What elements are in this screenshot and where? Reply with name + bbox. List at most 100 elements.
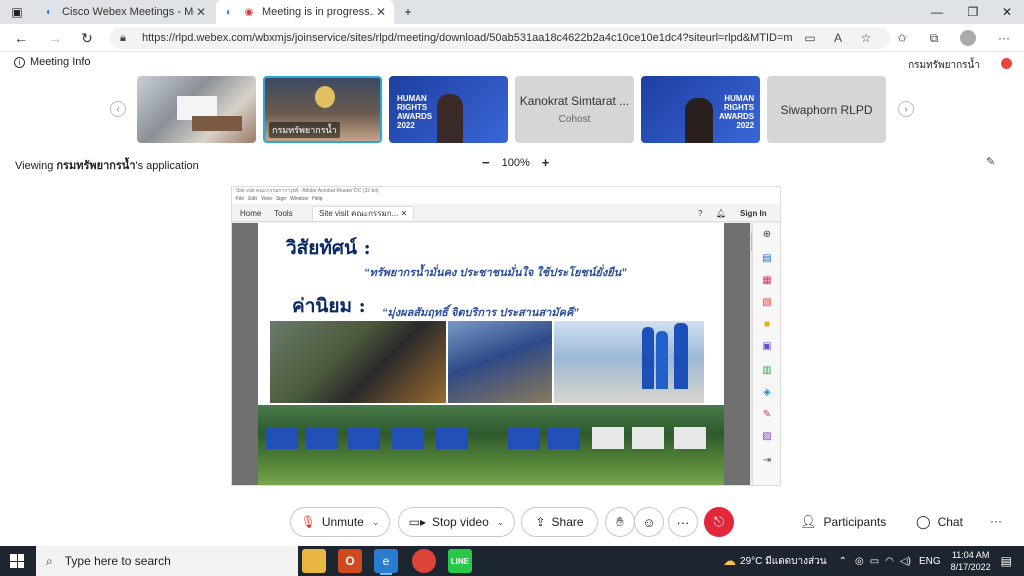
wifi-icon[interactable]: ◠ xyxy=(885,556,894,567)
recording-indicator-icon[interactable] xyxy=(1001,58,1012,69)
edit-pdf-icon[interactable]: ▥ xyxy=(761,365,773,376)
camera-icon[interactable]: ▭ xyxy=(800,28,820,48)
profile-avatar[interactable] xyxy=(958,28,978,48)
scan-ocr-icon[interactable]: ◈ xyxy=(761,387,773,398)
chat-button[interactable]: ◯ Chat xyxy=(916,514,963,530)
refresh-icon[interactable]: ↻ xyxy=(76,28,98,48)
pdf-document-area[interactable]: วิสัยทัศน์ : “ทรัพยากรน้ำมั่นคง ประชาชนม… xyxy=(232,223,758,485)
weather-icon[interactable]: ☁ xyxy=(723,553,736,569)
stop-video-button[interactable]: ▭▸ Stop video ⌄ xyxy=(398,507,515,537)
comment-icon[interactable]: ■ xyxy=(761,319,773,330)
participant-tile-kanokrat[interactable]: Kanokrat Simtarat ... Cohost xyxy=(515,76,634,143)
favorite-icon[interactable]: ☆ xyxy=(856,28,876,48)
participant-video-3[interactable]: HUMAN RIGHTS AWARDS 2022 xyxy=(389,76,508,143)
tab-webex-meetings[interactable]: ◐ Cisco Webex Meetings - Meeting ✕ xyxy=(36,0,214,24)
raise-hand-icon[interactable]: ✋︎ xyxy=(605,507,635,537)
chevron-down-icon[interactable]: ⌄ xyxy=(497,517,505,528)
share-button[interactable]: ⇪ Share xyxy=(521,507,598,537)
maximize-icon[interactable]: ❐ xyxy=(956,0,990,24)
organize-pages-icon[interactable]: ▦ xyxy=(761,275,773,286)
collections-icon[interactable]: ⧉ xyxy=(924,28,944,48)
weather-text[interactable]: 29°C มีแดดบางส่วน xyxy=(740,554,827,569)
acrobat-tools-rail: ⊕ ▤ ▦ ▧ ■ ▣ ▥ ◈ ✎ ▨ ⇥ xyxy=(752,223,780,485)
close-tab-icon[interactable]: ✕ xyxy=(194,5,208,19)
tab-meeting-in-progress[interactable]: ◐ ◉ Meeting is in progress... ✕ xyxy=(216,0,394,24)
url-text: https://rlpd.webex.com/wbxmjs/joinservic… xyxy=(142,32,792,44)
photo-solar-panels xyxy=(448,321,552,403)
minimize-icon[interactable]: — xyxy=(920,0,954,24)
export-pdf-icon[interactable]: ▤ xyxy=(761,253,773,264)
notifications-icon[interactable]: ▤ xyxy=(1001,554,1012,568)
unmute-button[interactable]: 🎙︎ Unmute ⌄ xyxy=(290,507,390,537)
prev-participants-icon[interactable]: ‹ xyxy=(110,101,126,117)
leave-meeting-button[interactable]: ⎋ xyxy=(704,507,734,537)
create-pdf-icon[interactable]: ▧ xyxy=(761,297,773,308)
participants-button[interactable]: 👤︎ Participants xyxy=(800,514,886,530)
participant-label: กรมทรัพยากรน้ำ xyxy=(269,122,340,138)
file-explorer-icon[interactable] xyxy=(302,549,326,573)
help-icon[interactable]: ? xyxy=(692,206,708,220)
browser-tab-strip: ▣ ◐ Cisco Webex Meetings - Meeting ✕ ◐ ◉… xyxy=(0,0,1024,24)
system-tray: ☁ 29°C มีแดดบางส่วน ⌃ ◎ ▭ ◠ ◁) ENG 11:04… xyxy=(723,546,1024,576)
fill-sign-icon[interactable]: ✎ xyxy=(761,409,773,420)
next-participants-icon[interactable]: › xyxy=(898,101,914,117)
browser-menu-icon[interactable]: ··· xyxy=(994,28,1014,48)
line-app-icon[interactable]: LINE xyxy=(448,549,472,573)
location-icon[interactable]: ◎ xyxy=(855,556,864,567)
back-icon[interactable]: ← xyxy=(10,28,32,48)
clock[interactable]: 11:04 AM 8/17/2022 xyxy=(951,549,991,573)
participant-video-2[interactable]: กรมทรัพยากรน้ำ xyxy=(263,76,382,143)
bell-icon[interactable]: 🔔︎ xyxy=(710,206,732,220)
edge-browser-icon[interactable]: e xyxy=(374,549,398,575)
chrome-icon[interactable] xyxy=(412,549,436,573)
zoom-tool-icon[interactable]: ⊕ xyxy=(761,229,773,240)
forward-icon[interactable]: → xyxy=(44,28,66,48)
zoom-out-button[interactable]: − xyxy=(482,155,490,170)
office-icon[interactable]: O xyxy=(338,549,362,573)
close-tab-icon[interactable]: ✕ xyxy=(374,5,388,19)
favorites-bar-icon[interactable]: ✩ xyxy=(892,28,912,48)
acrobat-title-bar: Site visit คณะกรรมการฯ.pdf - Adobe Acrob… xyxy=(232,187,780,196)
combine-files-icon[interactable]: ▣ xyxy=(761,341,773,352)
windows-taskbar: ⌕ Type here to search O e LINE ☁ 29°C มี… xyxy=(0,546,1024,576)
values-heading: ค่านิยม : xyxy=(292,295,366,317)
chat-bubble-icon: ◯ xyxy=(916,514,931,529)
url-field[interactable]: 🔒︎ https://rlpd.webex.com/wbxmjs/joinser… xyxy=(110,27,890,49)
viewing-label: Viewing กรมทรัพยากรน้ำ's application xyxy=(15,160,199,172)
acrobat-tabs: Home Tools Site visit คณะกรรมก... ✕ ? 🔔︎… xyxy=(232,204,780,222)
zoom-in-button[interactable]: + xyxy=(542,155,550,170)
reactions-icon[interactable]: ☺ xyxy=(634,507,664,537)
people-icon: 👤︎ xyxy=(800,514,817,529)
webex-icon: ◐ xyxy=(225,6,233,18)
tray-overflow-icon[interactable]: ⌃ xyxy=(839,556,847,567)
acrobat-tab-tools[interactable]: Tools xyxy=(268,206,299,220)
participant-tile-siwaphorn[interactable]: Siwaphorn RLPD xyxy=(767,76,886,143)
acrobat-tab-document[interactable]: Site visit คณะกรรมก... ✕ xyxy=(312,206,415,220)
meeting-info-button[interactable]: i Meeting Info xyxy=(14,56,91,68)
taskbar-search-field[interactable]: ⌕ Type here to search xyxy=(36,546,298,576)
language-indicator[interactable]: ENG xyxy=(919,556,941,567)
photo-truck-fleet xyxy=(258,405,724,485)
close-window-icon[interactable]: ✕ xyxy=(990,0,1024,24)
share-screen-icon: ⇪ xyxy=(535,515,546,529)
participant-video-1[interactable] xyxy=(137,76,256,143)
more-options-icon[interactable]: ··· xyxy=(668,507,698,537)
acrobat-tab-home[interactable]: Home xyxy=(234,206,267,220)
sign-in-button[interactable]: Sign In xyxy=(734,206,773,220)
acrobat-menu-bar: File Edit View Sign Window Help xyxy=(232,196,780,204)
chevron-down-icon[interactable]: ⌄ xyxy=(372,517,380,528)
vision-heading: วิสัยทัศน์ : xyxy=(286,237,371,259)
protect-icon[interactable]: ▨ xyxy=(761,431,773,442)
vision-text: “ทรัพยากรน้ำมั่นคง ประชาชนมั่นใจ ใช้ประโ… xyxy=(364,267,627,279)
expand-rail-icon[interactable]: ⇥ xyxy=(761,455,773,466)
host-name: กรมทรัพยากรน้ำ xyxy=(908,60,980,71)
more-panels-button[interactable]: ··· xyxy=(990,514,1002,528)
network-icon[interactable]: ▭ xyxy=(870,556,879,567)
participant-video-5[interactable]: HUMAN RIGHTS AWARDS 2022 xyxy=(641,76,760,143)
tab-actions-icon[interactable]: ▣ xyxy=(2,0,32,24)
annotate-icon[interactable]: ✎ xyxy=(986,155,995,168)
volume-icon[interactable]: ◁) xyxy=(900,556,911,567)
new-tab-button[interactable]: + xyxy=(396,0,420,24)
read-aloud-icon[interactable]: A xyxy=(828,28,848,48)
windows-start-icon[interactable] xyxy=(10,554,24,568)
